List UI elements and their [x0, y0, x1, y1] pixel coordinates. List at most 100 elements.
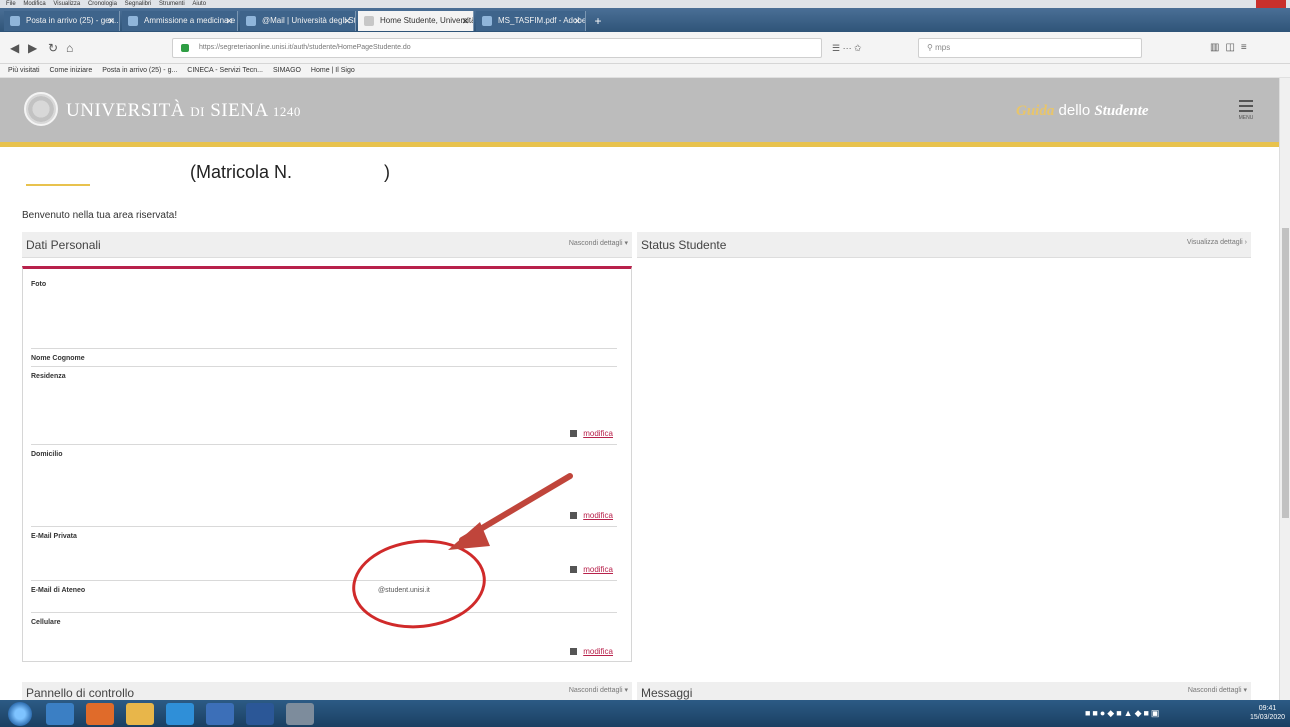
title-accent [26, 184, 90, 186]
header-divider [0, 142, 1290, 147]
drive-icon [128, 16, 138, 26]
word-icon[interactable] [246, 703, 274, 725]
annotation-arrow-icon [448, 473, 573, 550]
browser-tab[interactable]: MS_TASFIM.pdf - Adobe R... ✕ [476, 11, 586, 31]
field-label: E-Mail Privata [31, 533, 77, 540]
edit-link[interactable]: modifica [570, 647, 613, 656]
tab-strip: Posta in arrivo (25) - gen... ✕ Ammissio… [0, 8, 1290, 32]
edit-link[interactable]: modifica [570, 565, 613, 574]
menu-view[interactable]: Visualizza [53, 0, 80, 8]
internet-explorer-icon[interactable] [166, 703, 194, 725]
matricola-label: (Matricola N. [190, 162, 293, 182]
edit-icon [570, 648, 578, 655]
new-tab-button[interactable]: + [588, 11, 608, 31]
taskbar-app-icon[interactable] [286, 703, 314, 725]
field-email-ateneo: E-Mail di Ateneo @student.unisi.it [31, 587, 617, 613]
bookmark-item[interactable]: Posta in arrivo (25) - g... [102, 67, 177, 74]
drive-icon [246, 16, 256, 26]
section-title: Dati Personali [26, 238, 101, 252]
toolbar-icons[interactable]: ▥◫≡ [1210, 42, 1253, 53]
personal-data-card: Foto Nome Cognome Residenza modifica Dom… [22, 266, 632, 662]
tab-close-icon[interactable]: ✕ [225, 11, 233, 31]
toggle-details-link[interactable]: Nascondi dettagli ▾ [1188, 686, 1247, 694]
page-actions-icon[interactable]: ☰ ··· ✩ [832, 43, 862, 54]
guide-word: dello [1058, 102, 1091, 119]
url-bar[interactable]: https://segreteriaonline.unisi.it/auth/s… [172, 38, 822, 58]
field-residenza: Residenza modifica [31, 373, 617, 445]
taskbar-clock[interactable]: 09:41 15/03/2020 [1250, 704, 1285, 722]
page-icon [364, 16, 374, 26]
mail-icon [10, 16, 20, 26]
browser-tab[interactable]: Ammissione a medicina e chi... ✕ [122, 11, 238, 31]
system-tray-icons[interactable]: ■■●◆■▲◆■▣ [1085, 708, 1161, 719]
tab-close-icon[interactable]: ✕ [107, 11, 115, 31]
taskbar: ■■●◆■▲◆■▣ 09:41 15/03/2020 [0, 700, 1290, 727]
section-title: Pannello di controllo [26, 686, 135, 700]
menu-history[interactable]: Cronologia [88, 0, 117, 8]
matricola-close: ) [384, 162, 391, 182]
pdf-icon [482, 16, 492, 26]
toggle-details-link[interactable]: Nascondi dettagli ▾ [569, 686, 628, 694]
firefox-icon[interactable] [86, 703, 114, 725]
reload-icon[interactable]: ↻ [48, 41, 58, 55]
menu-help[interactable]: Aiuto [192, 0, 206, 8]
field-label: Foto [31, 281, 47, 288]
browser-menubar: File Modifica Visualizza Cronologia Segn… [0, 0, 1290, 8]
start-button-icon[interactable] [8, 702, 32, 726]
menu-label: MENU [1238, 115, 1254, 121]
bookmark-item[interactable]: Home | Il Sigo [311, 67, 355, 74]
office-icon[interactable] [206, 703, 234, 725]
url-text: https://segreteriaonline.unisi.it/auth/s… [199, 44, 411, 51]
tab-close-icon[interactable]: ✕ [343, 11, 351, 31]
browser-tab[interactable]: @Mail | Università degli Stud... ✕ [240, 11, 356, 31]
menu-edit[interactable]: Modifica [23, 0, 45, 8]
browser-tab[interactable]: Posta in arrivo (25) - gen... ✕ [4, 11, 120, 31]
field-label: E-Mail di Ateneo [31, 587, 86, 594]
lock-icon [181, 44, 189, 52]
tab-close-icon[interactable]: ✕ [573, 11, 581, 31]
bookmark-item[interactable]: Più visitati [8, 67, 40, 74]
field-label: Nome Cognome [31, 355, 85, 362]
hamburger-menu-icon[interactable]: MENU [1236, 100, 1256, 126]
logo-word: SIENA [210, 100, 268, 121]
page-scrollbar[interactable] [1279, 78, 1290, 700]
bookmarks-bar: Più visitati Come iniziare Posta in arri… [0, 64, 1290, 78]
bookmark-item[interactable]: Come iniziare [49, 67, 92, 74]
toggle-details-link[interactable]: Visualizza dettagli › [1187, 239, 1247, 246]
back-icon[interactable]: ◀ [10, 41, 19, 55]
bookmark-item[interactable]: SIMAGO [273, 67, 301, 74]
site-logo-text[interactable]: UNIVERSITÀ DI SIENA 1240 [66, 100, 301, 122]
bookmark-item[interactable]: CINECA - Servizi Tecn... [187, 67, 263, 74]
toggle-details-link[interactable]: Nascondi dettagli ▾ [569, 239, 628, 247]
menu-file[interactable]: File [6, 0, 16, 8]
window-close-button[interactable] [1256, 0, 1286, 8]
logo-word: UNIVERSITÀ [66, 100, 185, 121]
field-label: Residenza [31, 373, 66, 380]
guide-word: Studente [1094, 103, 1149, 119]
logo-year: 1240 [272, 104, 301, 119]
site-header: UNIVERSITÀ DI SIENA 1240 Guida dello Stu… [0, 78, 1290, 142]
menu-bookmarks[interactable]: Segnalibri [125, 0, 152, 8]
edit-link[interactable]: modifica [570, 429, 613, 438]
section-header-dati-personali: Dati Personali Nascondi dettagli ▾ [22, 232, 632, 258]
clock-date: 15/03/2020 [1250, 714, 1286, 721]
section-header-status-studente: Status Studente Visualizza dettagli › [637, 232, 1251, 258]
screen: File Modifica Visualizza Cronologia Segn… [0, 0, 1290, 727]
section-header-messaggi: Messaggi Nascondi dettagli ▾ [637, 682, 1251, 700]
search-value: mps [935, 43, 951, 52]
search-input[interactable]: ⚲ mps [918, 38, 1142, 58]
field-label: Domicilio [31, 451, 63, 458]
page-title: (Matricola N.) [190, 162, 390, 183]
scrollbar-thumb[interactable] [1282, 228, 1289, 518]
forward-icon[interactable]: ▶ [28, 41, 37, 55]
browser-tab-active[interactable]: Home Studente, Università d... ✕ [358, 11, 474, 31]
tab-close-icon[interactable]: ✕ [461, 11, 469, 31]
menu-tools[interactable]: Strumenti [159, 0, 185, 8]
taskbar-app-icon[interactable] [46, 703, 74, 725]
folder-icon[interactable] [126, 703, 154, 725]
section-title: Messaggi [641, 686, 693, 700]
university-seal-icon[interactable] [24, 92, 58, 126]
guide-title: Guida dello Studente [1016, 102, 1149, 120]
home-icon[interactable]: ⌂ [66, 41, 73, 55]
field-label: Cellulare [31, 619, 61, 626]
